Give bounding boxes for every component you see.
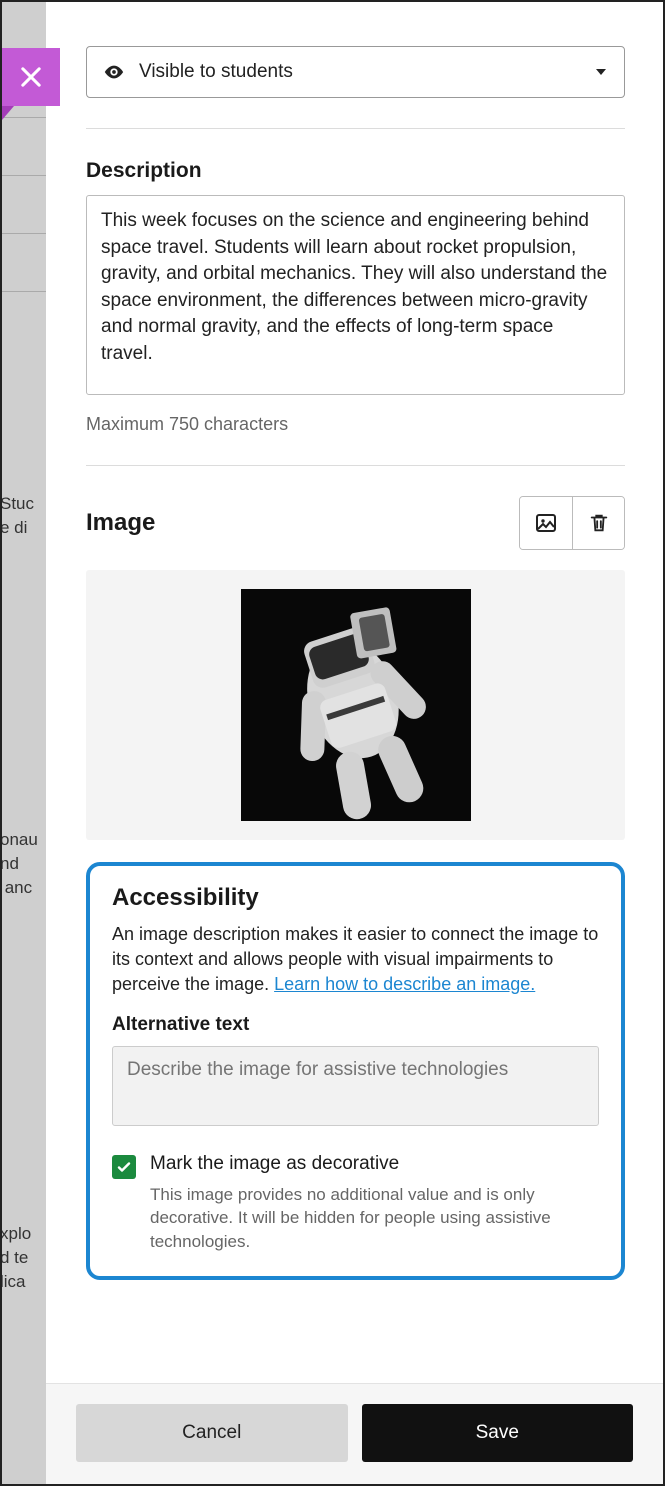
eye-icon xyxy=(103,61,125,83)
save-button[interactable]: Save xyxy=(362,1404,634,1462)
footer: Cancel Save xyxy=(46,1383,663,1484)
background-grey-strip: Stuc e di onau nd anc xplo d te lica xyxy=(2,2,46,1484)
decorative-label: Mark the image as decorative xyxy=(150,1153,599,1175)
image-preview-well xyxy=(86,570,625,840)
settings-panel: Visible to students Description Maximum … xyxy=(46,2,663,1484)
description-hint: Maximum 750 characters xyxy=(86,414,625,435)
bg-text-fragment: onau nd anc xyxy=(0,828,38,899)
alt-text-label: Alternative text xyxy=(112,1014,599,1036)
bg-text-fragment: Stuc e di xyxy=(0,492,34,540)
chevron-down-icon xyxy=(596,69,606,75)
delete-image-button[interactable] xyxy=(572,497,624,549)
close-button[interactable] xyxy=(2,48,60,106)
learn-describe-image-link[interactable]: Learn how to describe an image. xyxy=(274,974,535,994)
image-icon xyxy=(534,511,558,535)
visibility-dropdown[interactable]: Visible to students xyxy=(86,46,625,98)
divider xyxy=(86,465,625,466)
image-heading: Image xyxy=(86,509,155,537)
accessibility-heading: Accessibility xyxy=(112,884,599,912)
decorative-checkbox[interactable] xyxy=(112,1155,136,1179)
trash-icon xyxy=(588,512,610,534)
visibility-selected-label: Visible to students xyxy=(139,61,293,83)
description-textarea[interactable] xyxy=(86,195,625,395)
image-preview xyxy=(241,589,471,821)
accessibility-section: Accessibility An image description makes… xyxy=(86,862,625,1280)
decorative-help-text: This image provides no additional value … xyxy=(150,1183,599,1254)
alt-text-input[interactable] xyxy=(112,1046,599,1126)
bg-text-fragment: xplo d te lica xyxy=(0,1222,31,1293)
accessibility-description: An image description makes it easier to … xyxy=(112,922,599,998)
replace-image-button[interactable] xyxy=(520,497,572,549)
description-label: Description xyxy=(86,159,625,183)
cancel-button[interactable]: Cancel xyxy=(76,1404,348,1462)
image-action-group xyxy=(519,496,625,550)
divider xyxy=(86,128,625,129)
checkmark-icon xyxy=(116,1159,132,1175)
close-icon xyxy=(17,63,45,91)
